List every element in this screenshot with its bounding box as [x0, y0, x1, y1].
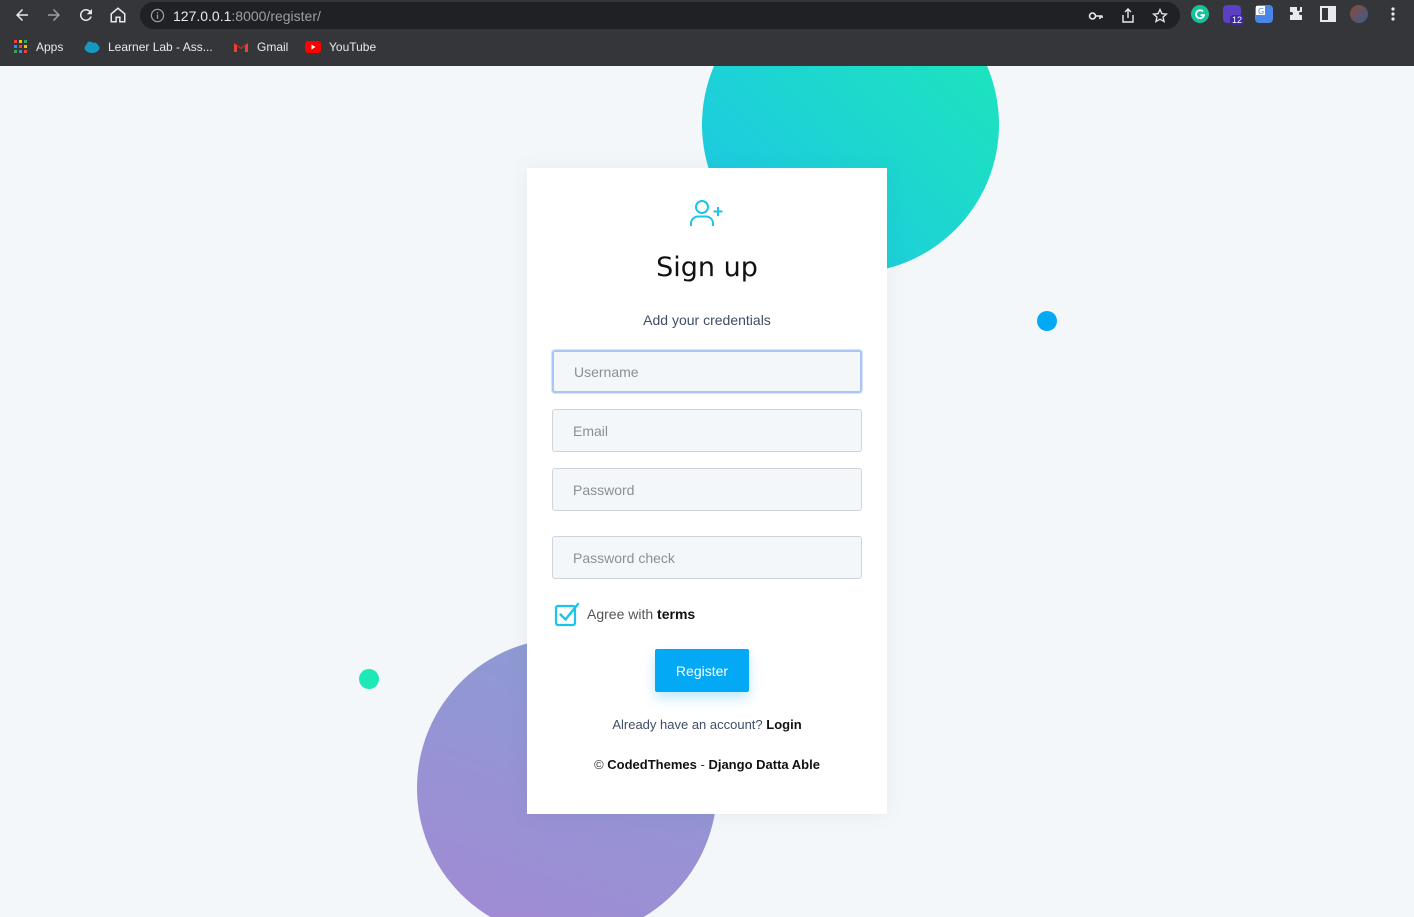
bookmark-apps[interactable]: Apps — [14, 38, 63, 56]
gmail-icon — [233, 42, 249, 52]
page-subtitle: Add your credentials — [643, 312, 771, 328]
agree-terms-checkbox[interactable] — [554, 601, 580, 627]
star-icon[interactable] — [1152, 8, 1168, 24]
user-plus-icon — [690, 200, 723, 226]
bookmark-learner-lab[interactable]: Learner Lab - Ass... — [84, 38, 213, 56]
extension-badge-icon[interactable]: 12 — [1223, 5, 1245, 25]
page-title: Sign up — [656, 252, 758, 283]
reload-button[interactable] — [75, 4, 97, 26]
bookmark-gmail[interactable]: Gmail — [233, 38, 288, 56]
share-icon[interactable] — [1120, 8, 1136, 24]
reload-icon — [79, 8, 92, 21]
login-prompt: Already have an account? Login — [527, 717, 887, 732]
side-panel-icon[interactable] — [1319, 5, 1337, 23]
terms-link[interactable]: terms — [657, 606, 695, 622]
address-bar[interactable]: 127.0.0.1:8000/register/ — [140, 2, 1180, 29]
register-button[interactable]: Register — [655, 649, 749, 692]
browser-toolbar: 127.0.0.1:8000/register/ 12 G — [0, 0, 1414, 31]
apps-grid-icon — [14, 40, 27, 53]
decor-dot-green — [359, 669, 379, 689]
footer-credits: © CodedThemes - Django Datta Able — [527, 757, 887, 772]
bookmark-label: Apps — [36, 40, 64, 54]
arrow-right-icon — [48, 9, 60, 21]
login-link[interactable]: Login — [766, 717, 801, 732]
footer-product-link[interactable]: Django Datta Able — [708, 757, 819, 772]
grammarly-icon[interactable] — [1191, 5, 1209, 23]
forward-button[interactable] — [43, 4, 65, 26]
username-input[interactable] — [552, 350, 862, 393]
url-path: :8000/register/ — [231, 8, 321, 24]
bookmark-youtube[interactable]: YouTube — [305, 38, 376, 56]
agree-terms-label: Agree with terms — [587, 606, 695, 622]
browser-chrome: 127.0.0.1:8000/register/ 12 G Apps Learn… — [0, 0, 1414, 66]
youtube-icon — [305, 41, 321, 53]
home-button[interactable] — [107, 4, 129, 26]
email-input[interactable] — [552, 409, 862, 452]
agree-terms-prefix: Agree with — [587, 606, 654, 622]
signup-card: Sign up Add your credentials Agree with … — [527, 168, 887, 814]
password-check-input[interactable] — [552, 536, 862, 579]
profile-avatar[interactable] — [1350, 5, 1368, 23]
key-icon[interactable] — [1088, 8, 1104, 24]
password-input[interactable] — [552, 468, 862, 511]
site-info-icon[interactable] — [150, 8, 165, 23]
page-content: Sign up Add your credentials Agree with … — [0, 66, 1414, 917]
url-host: 127.0.0.1 — [173, 8, 232, 24]
arrow-left-icon — [16, 9, 28, 21]
url-text: 127.0.0.1:8000/register/ — [173, 8, 321, 24]
decor-dot-blue — [1037, 311, 1057, 331]
bookmark-label: YouTube — [329, 40, 377, 54]
svg-text:G: G — [1258, 7, 1264, 16]
home-icon — [110, 7, 126, 23]
bookmark-label: Gmail — [257, 40, 289, 54]
account-prompt-text: Already have an account? — [612, 717, 763, 732]
google-translate-icon[interactable]: G — [1255, 5, 1273, 23]
footer-separator: - — [700, 757, 705, 772]
puzzle-extensions-icon[interactable] — [1287, 5, 1305, 23]
copyright-symbol: © — [594, 757, 604, 772]
bookmarks-bar: Apps Learner Lab - Ass... Gmail YouTube — [0, 34, 1414, 60]
bookmark-label: Learner Lab - Ass... — [108, 40, 213, 54]
extension-badge-count: 12 — [1230, 15, 1245, 25]
back-button[interactable] — [11, 4, 33, 26]
salesforce-cloud-icon — [84, 41, 100, 53]
footer-brand-link[interactable]: CodedThemes — [607, 757, 697, 772]
kebab-menu-icon[interactable] — [1384, 5, 1402, 23]
